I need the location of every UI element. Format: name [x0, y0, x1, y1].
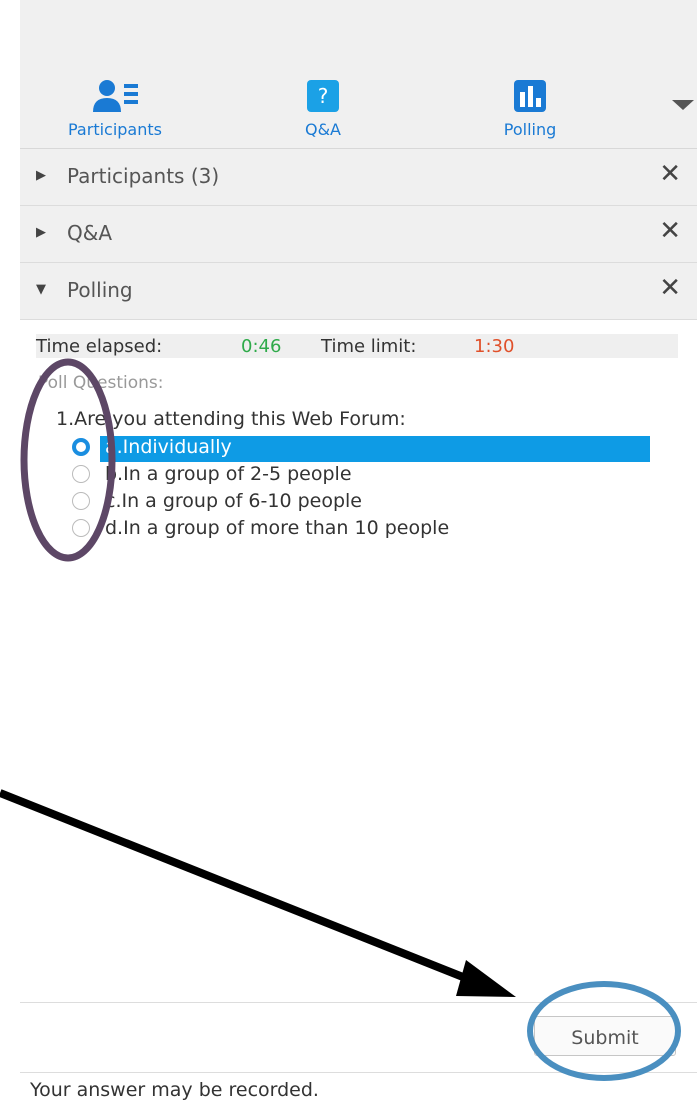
- expand-arrow-icon: ▶: [36, 225, 46, 240]
- poll-question: 1.Are you attending this Web Forum:: [56, 408, 406, 430]
- poll-timer-bar: Time elapsed: 0:46 Time limit: 1:30: [36, 334, 678, 358]
- poll-option-label: b.In a group of 2-5 people: [105, 463, 352, 485]
- qa-tab-label: Q&A: [304, 120, 341, 139]
- poll-option-label: a.Individually: [105, 436, 232, 458]
- submit-button[interactable]: Submit: [534, 1016, 676, 1056]
- poll-option-c[interactable]: c.In a group of 6-10 people: [72, 490, 650, 516]
- collapse-arrow-icon: ▼: [36, 282, 46, 297]
- radio-icon[interactable]: [72, 492, 90, 510]
- participants-section-title: Participants (3): [67, 164, 220, 188]
- poll-option-d[interactable]: d.In a group of more than 10 people: [72, 517, 650, 543]
- poll-option-label: c.In a group of 6-10 people: [105, 490, 362, 512]
- close-icon[interactable]: ✕: [659, 159, 681, 189]
- divider: [20, 1072, 697, 1073]
- qa-section-title: Q&A: [67, 221, 113, 245]
- polling-section-title: Polling: [67, 278, 133, 302]
- recording-notice: Your answer may be recorded.: [30, 1079, 319, 1101]
- panel-toolbar: Participants ? Q&A Polling: [20, 0, 697, 149]
- time-limit-value: 1:30: [474, 336, 515, 357]
- svg-text:?: ?: [318, 84, 329, 108]
- question-icon: ?: [307, 80, 339, 112]
- polling-section-header[interactable]: ▼ Polling ✕: [20, 263, 697, 320]
- poll-questions-label: Poll Questions:: [38, 373, 164, 393]
- poll-option-a[interactable]: a.Individually: [72, 436, 650, 462]
- poll-option-label: d.In a group of more than 10 people: [105, 517, 450, 539]
- time-elapsed-value: 0:46: [241, 336, 282, 357]
- close-icon[interactable]: ✕: [659, 216, 681, 246]
- annotation-arrow-head: [456, 960, 516, 997]
- poll-chart-icon: [514, 80, 546, 112]
- close-icon[interactable]: ✕: [659, 273, 681, 303]
- radio-icon[interactable]: [72, 519, 90, 537]
- annotation-arrow-line: [0, 789, 480, 987]
- poll-option-b[interactable]: b.In a group of 2-5 people: [72, 463, 650, 489]
- radio-selected-icon[interactable]: [72, 438, 90, 456]
- participants-tab[interactable]: Participants: [50, 78, 180, 139]
- qa-section-header[interactable]: ▶ Q&A ✕: [20, 206, 697, 263]
- more-dropdown-icon[interactable]: [672, 100, 694, 110]
- polling-tab-label: Polling: [503, 120, 557, 139]
- polling-tab[interactable]: Polling: [465, 78, 595, 139]
- participants-tab-label: Participants: [68, 120, 162, 139]
- participants-icon: [93, 80, 138, 112]
- expand-arrow-icon: ▶: [36, 168, 46, 183]
- divider: [20, 1002, 697, 1003]
- radio-icon[interactable]: [72, 465, 90, 483]
- participants-section-header[interactable]: ▶ Participants (3) ✕: [20, 149, 697, 206]
- time-elapsed-label: Time elapsed:: [36, 336, 163, 357]
- time-limit-label: Time limit:: [321, 336, 417, 357]
- qa-tab[interactable]: ? Q&A: [258, 78, 388, 139]
